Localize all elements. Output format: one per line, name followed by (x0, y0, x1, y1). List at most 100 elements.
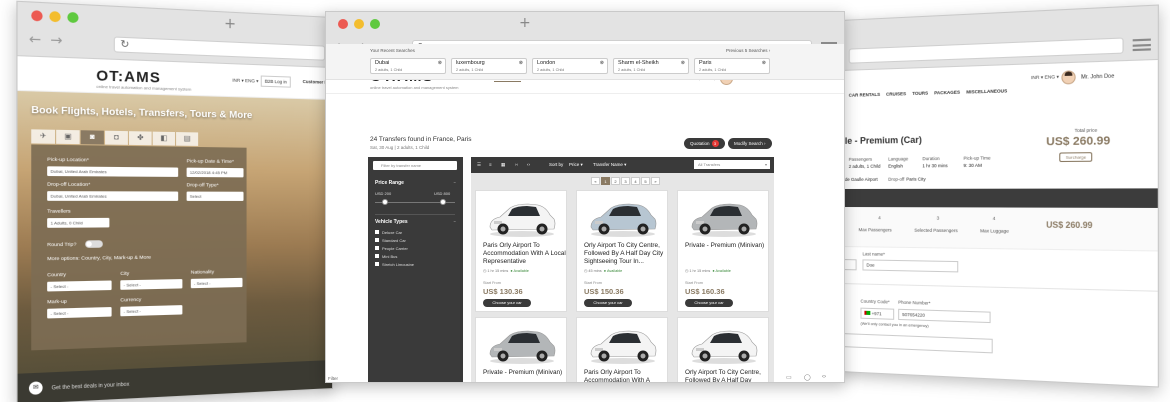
currency-language[interactable]: INR ▾ ENG ▾ (232, 78, 258, 85)
back-arrow-icon[interactable]: ← (29, 32, 41, 49)
recent-search-card[interactable]: luxembourg 2 adults, 1 Child ⊗ (451, 58, 527, 74)
more-options-link[interactable]: More options: Country, City, Mark-up & M… (47, 256, 151, 263)
modify-search-button[interactable]: Modify Search › (728, 138, 772, 149)
transfer-title[interactable]: Private - Premium (Minivan) (483, 369, 562, 377)
tour-tab-icon[interactable]: ✤ (128, 131, 152, 146)
page-2[interactable]: 2 (611, 177, 620, 185)
address-bar[interactable] (848, 37, 1124, 64)
country-select[interactable]: - Select - (47, 280, 112, 292)
car-tab-icon[interactable]: ◘ (105, 130, 128, 145)
new-tab-icon[interactable]: + (519, 15, 531, 31)
last-name-input[interactable]: Doe (862, 259, 959, 273)
user-name[interactable]: Mr. John Doe (1081, 73, 1114, 80)
page-next[interactable]: » (651, 177, 660, 185)
pickup-datetime-input[interactable]: 12/02/2018 4:45 PM (186, 167, 244, 178)
reload-icon[interactable]: ↻ (120, 39, 129, 51)
city-select[interactable]: - Select - (120, 279, 183, 290)
collapse-icon[interactable]: − (454, 219, 456, 224)
vehicle-type-checkbox[interactable] (375, 238, 379, 242)
remove-search-icon[interactable]: ⊗ (438, 60, 442, 66)
transfer-card[interactable]: Paris Orly Airport To Accommodation With… (576, 317, 668, 382)
minimize-dot[interactable] (354, 19, 364, 29)
collapse-icon[interactable]: − (454, 180, 456, 185)
flight-tab-icon[interactable]: ✈ (31, 129, 56, 144)
package-tab-icon[interactable]: ◧ (152, 131, 176, 146)
b2b-login-button[interactable]: B2B Log in (260, 75, 291, 88)
currency-select[interactable]: - Select - (120, 305, 183, 317)
new-tab-icon[interactable]: + (224, 16, 236, 33)
vehicle-type-checkbox[interactable] (375, 254, 379, 258)
list-view-icon[interactable]: ☰ (477, 162, 481, 168)
menu-packages[interactable]: PACKAGES (934, 90, 960, 96)
price-slider-max-handle[interactable] (440, 199, 446, 205)
nationality-select[interactable]: - Select - (190, 277, 243, 289)
compact-view-icon[interactable]: ≡ (489, 162, 492, 167)
quotation-button[interactable]: Quotation 3 (684, 138, 725, 149)
help-icon[interactable]: ◯ (804, 374, 811, 381)
filter-name-input[interactable]: Filter by transfer name (373, 161, 457, 170)
markup-select[interactable]: - Select - (47, 307, 112, 319)
sort-transfer-name[interactable]: Transfer Name ▾ (593, 162, 626, 168)
vehicle-type-checkbox[interactable] (375, 262, 379, 266)
recent-search-card[interactable]: London 2 adults, 1 Child ⊗ (532, 58, 608, 74)
page-3[interactable]: 3 (621, 177, 630, 185)
previous-searches-link[interactable]: Previous 5 Searches › (726, 48, 770, 53)
dropoff-location-input[interactable]: Dubai, United Arab Emirates (47, 191, 179, 201)
menu-cruises[interactable]: CRUISES (886, 91, 906, 97)
transfer-card[interactable]: Private - Premium (Minivan) (475, 317, 567, 382)
code-icon[interactable]: ‹› (822, 374, 826, 380)
choose-car-button[interactable]: Choose your car (685, 299, 733, 307)
menu-tours[interactable]: TOURS (912, 90, 928, 96)
misc-tab-icon[interactable]: ▤ (176, 132, 199, 146)
remove-search-icon[interactable]: ⊗ (681, 60, 685, 66)
site-logo[interactable]: OT:AMSonline travel automation and manag… (96, 67, 191, 92)
recent-search-card[interactable]: Sharm el-Sheikh 2 adults, 1 Child ⊗ (613, 58, 689, 74)
remove-search-icon[interactable]: ⊗ (600, 60, 604, 66)
transfer-card[interactable]: Private - Premium (Minivan) ◷ 1 hr 15 mi… (677, 190, 769, 312)
transfer-card[interactable]: Orly Airport To City Centre, Followed By… (677, 317, 769, 382)
transfer-card[interactable]: Orly Airport To City Centre, Followed By… (576, 190, 668, 312)
transfer-title[interactable]: Paris Orly Airport To Accommodation With… (584, 369, 667, 382)
recent-search-card[interactable]: Paris 2 adults, 1 Child ⊗ (694, 58, 770, 74)
forward-arrow-icon[interactable]: → (50, 33, 62, 50)
sort-price[interactable]: Price ▾ (569, 162, 583, 168)
grid-view-icon[interactable]: ▦ (501, 162, 505, 168)
travellers-input[interactable]: 1 Adults, 0 Child (47, 217, 110, 228)
choose-car-button[interactable]: Choose your car (483, 299, 531, 307)
transfer-title[interactable]: Paris Orly Airport To Accommodation With… (483, 242, 566, 265)
recent-search-card[interactable]: Dubai 2 adults, 1 Child ⊗ (370, 58, 446, 74)
user-avatar[interactable] (1061, 70, 1076, 85)
transfer-filter-select[interactable]: All Transfers ▾ (694, 160, 770, 169)
transfer-tab-icon[interactable]: ◙ (80, 130, 104, 145)
maximize-dot[interactable] (67, 11, 79, 24)
expand-arrows-icon[interactable]: ‹› (527, 162, 530, 167)
chat-icon[interactable]: ▭ (786, 374, 792, 381)
dropoff-type-select[interactable]: Select (186, 191, 244, 201)
transfer-card[interactable]: Paris Orly Airport To Accommodation With… (475, 190, 567, 312)
transfer-title[interactable]: Private - Premium (Minivan) (685, 242, 764, 250)
menu-car-rentals[interactable]: CAR RENTALS (849, 92, 880, 98)
round-trip-toggle[interactable] (85, 240, 103, 248)
collapse-arrows-icon[interactable]: ›‹ (515, 162, 518, 167)
country-code-input[interactable]: +971 (860, 307, 895, 320)
vehicle-type-checkbox[interactable] (375, 230, 379, 234)
page-4[interactable]: 4 (631, 177, 640, 185)
surcharge-button[interactable]: Surcharge (1059, 152, 1093, 163)
page-5[interactable]: 5 (641, 177, 650, 185)
transfer-title[interactable]: Orly Airport To City Centre, Followed By… (584, 242, 667, 265)
remove-search-icon[interactable]: ⊗ (519, 60, 523, 66)
hotel-tab-icon[interactable]: ▣ (56, 129, 80, 145)
phone-input[interactable]: 507654220 (898, 308, 991, 324)
close-dot[interactable] (31, 10, 43, 22)
remove-search-icon[interactable]: ⊗ (762, 60, 766, 66)
price-slider-min-handle[interactable] (382, 199, 388, 205)
minimize-dot[interactable] (49, 11, 61, 23)
choose-car-button[interactable]: Choose your car (584, 299, 632, 307)
close-dot[interactable] (338, 19, 348, 29)
maximize-dot[interactable] (370, 19, 380, 29)
address-bar[interactable]: ↻ (113, 36, 326, 61)
currency-language[interactable]: INR ▾ ENG ▾ (1031, 74, 1059, 81)
pickup-location-input[interactable]: Dubai, United Arab Emirates (47, 166, 179, 177)
vehicle-type-checkbox[interactable] (375, 246, 379, 250)
page-prev[interactable]: « (591, 177, 600, 185)
